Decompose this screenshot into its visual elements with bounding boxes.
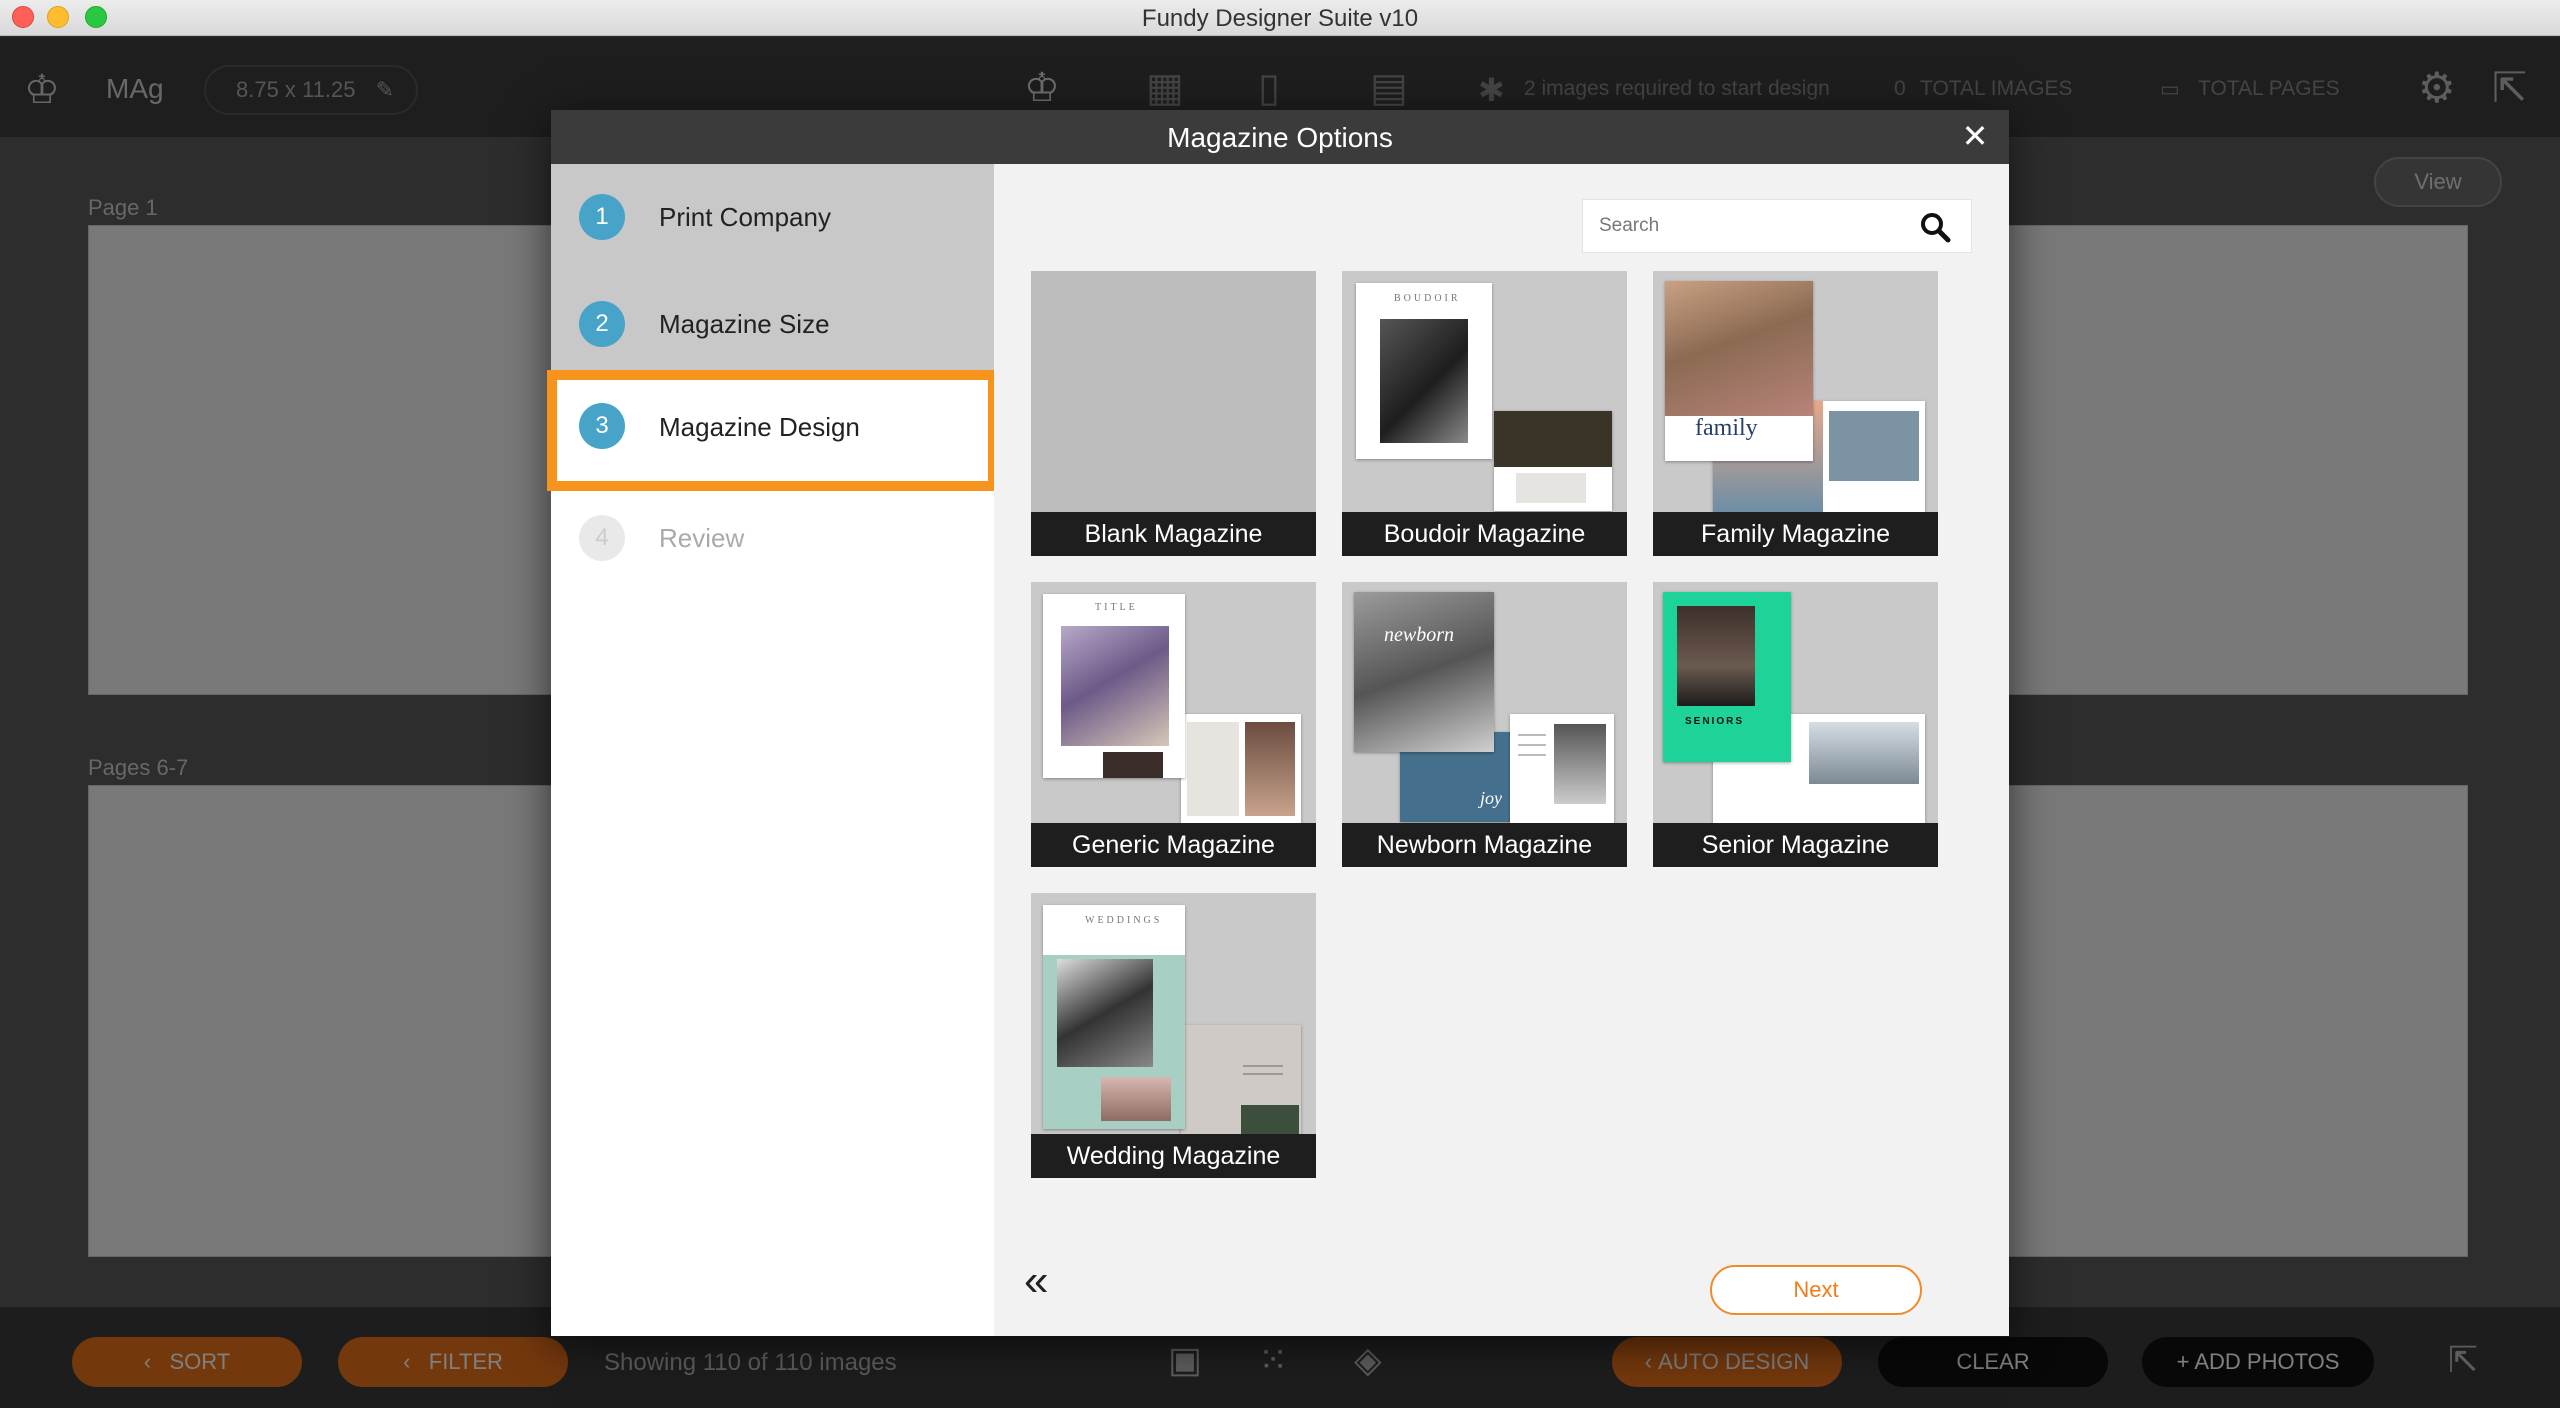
thumbnail-title: newborn [1384,624,1454,646]
design-tile-blank[interactable]: Blank Magazine [1031,271,1316,556]
thumbnail-page: SENIORS [1663,592,1791,762]
back-chevrons-icon[interactable]: « [1024,1259,1048,1303]
wizard-steps: 1 Print Company 2 Magazine Size 3 Magazi… [547,164,998,1336]
thumbnail-photo [1057,959,1153,1067]
next-button[interactable]: Next [1710,1265,1922,1315]
search-box [1582,199,1972,253]
thumbnail-page: newborn [1354,592,1494,752]
design-tile-wedding[interactable]: WEDDINGS Wedding Magazine [1031,893,1316,1178]
thumbnail-page: WEDDINGS [1043,905,1185,1129]
thumbnail-photo [1809,722,1919,784]
step-label: Magazine Size [659,309,830,339]
thumbnail-photo [1187,722,1239,816]
thumbnail-title: SENIORS [1685,716,1745,727]
window-title: Fundy Designer Suite v10 [1141,5,1419,32]
thumbnail-text-line [1243,1073,1283,1075]
thumbnail-photo [1516,473,1586,503]
step-number: 3 [579,403,625,449]
design-picker: Blank Magazine BOUDOIR Boudoir Magazine … [994,164,2009,1336]
thumbnail-photo [1665,281,1813,416]
thumbnail-page [1494,411,1612,511]
thumbnail-photo [1241,1105,1299,1135]
thumbnail-page [1510,714,1614,824]
thumbnail-page: TITLE [1043,594,1185,778]
thumbnail-photo [1061,626,1169,746]
design-tile-boudoir[interactable]: BOUDOIR Boudoir Magazine [1342,271,1627,556]
thumbnail-photo [1101,1077,1171,1121]
dialog-header: Magazine Options ✕ [551,110,2009,164]
thumbnail-page: family [1665,281,1813,461]
tile-label: Wedding Magazine [1031,1134,1316,1178]
thumbnail-text-line [1518,734,1546,736]
tile-label: Senior Magazine [1653,823,1938,867]
thumbnail-text-line [1243,1065,1283,1067]
thumbnail-page: BOUDOIR [1356,283,1492,459]
window-titlebar: Fundy Designer Suite v10 [0,0,2560,36]
thumbnail-accent-text: joy [1480,788,1502,808]
thumbnail-photo [1829,411,1919,481]
tile-label: Generic Magazine [1031,823,1316,867]
thumbnail-photo [1245,722,1295,816]
step-print-company[interactable]: 1 Print Company [551,164,994,271]
thumbnail-text-line [1518,744,1546,746]
dialog-title: Magazine Options [1167,122,1393,153]
tile-label: Boudoir Magazine [1342,512,1627,556]
step-label: Review [659,523,745,553]
thumbnail-title: WEDDINGS [1085,915,1163,926]
thumbnail-text-line [1518,754,1546,756]
thumbnail-page [1181,714,1301,824]
thumbnail-photo [1554,724,1606,804]
design-tile-generic[interactable]: TITLE Generic Magazine [1031,582,1316,867]
thumbnail-photo [1494,411,1612,467]
thumbnail-title: TITLE [1095,602,1138,613]
tile-label: Family Magazine [1653,512,1938,556]
thumbnail-title: BOUDOIR [1394,293,1461,304]
step-label: Magazine Design [659,412,860,442]
step-label: Print Company [659,202,831,232]
close-icon[interactable]: ✕ [1955,116,1995,156]
thumbnail-photo [1043,905,1185,955]
design-tile-newborn[interactable]: joy newborn Newborn Magazine [1342,582,1627,867]
magazine-options-dialog: Magazine Options ✕ 1 Print Company 2 Mag… [547,110,2009,1336]
tile-label: Newborn Magazine [1342,823,1627,867]
step-magazine-design[interactable]: 3 Magazine Design [547,370,998,491]
design-tile-senior[interactable]: SENIORS Senior Magazine [1653,582,1938,867]
thumbnail-title: family [1695,415,1758,441]
tile-label: Blank Magazine [1031,512,1316,556]
thumbnail-page [1181,1025,1301,1135]
thumbnail-photo [1103,752,1163,778]
step-number: 2 [579,301,625,347]
step-review[interactable]: 4 Review [551,485,994,592]
search-input[interactable] [1583,200,1903,252]
thumbnail-photo [1380,319,1468,443]
design-tile-family[interactable]: family Family Magazine [1653,271,1938,556]
search-icon[interactable] [1919,211,1951,243]
thumbnail-photo [1677,606,1755,706]
step-magazine-size[interactable]: 2 Magazine Size [551,271,994,378]
step-number: 1 [579,194,625,240]
step-number: 4 [579,515,625,561]
